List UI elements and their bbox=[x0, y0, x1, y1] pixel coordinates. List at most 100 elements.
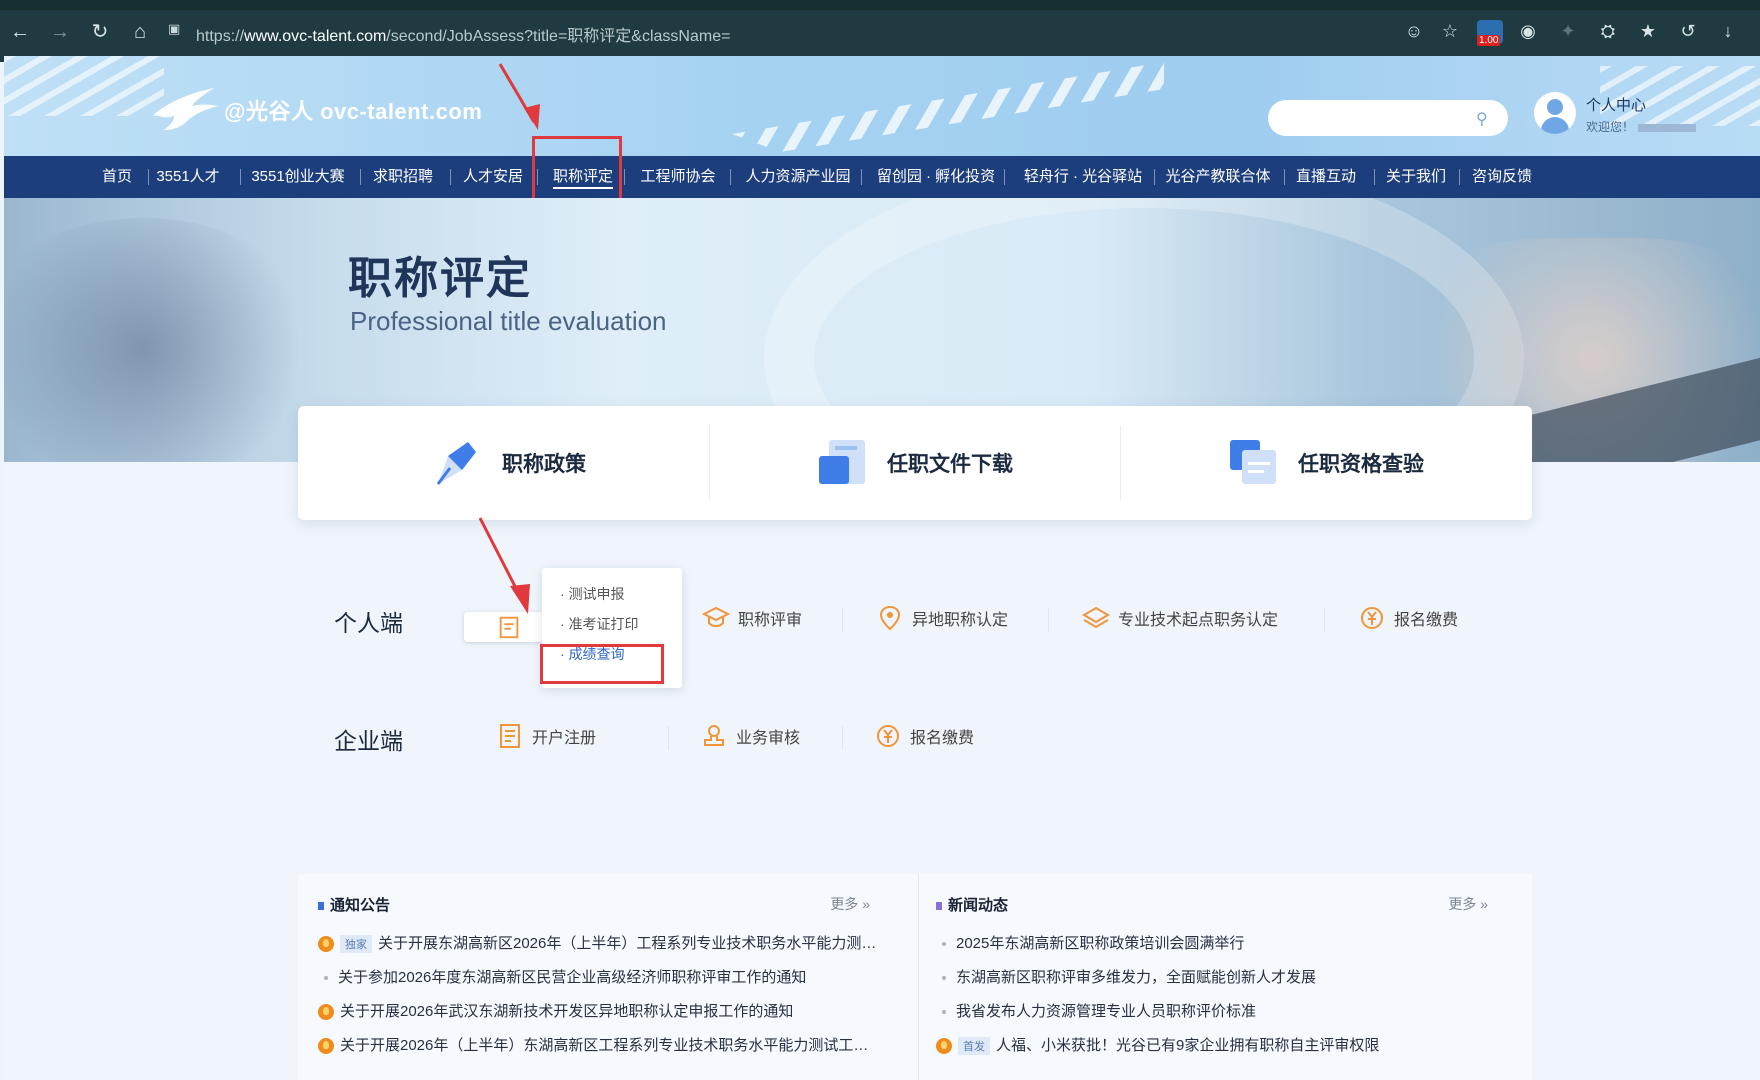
service-business-review[interactable]: 业务审核 bbox=[700, 722, 800, 754]
nav-item[interactable]: 光谷产教联合体 bbox=[1164, 156, 1272, 198]
main-nav: 首页 3551人才 3551创业大赛 求职招聘 人才安居 职称评定 工程师协会 人力资源产业园… bbox=[4, 136, 1760, 216]
mask-extension-icon[interactable]: ◉ bbox=[1516, 19, 1540, 43]
home-icon[interactable]: ⌂ bbox=[128, 20, 152, 44]
download-icon[interactable]: ↓ bbox=[1716, 19, 1740, 43]
enterprise-section: 企业端 开户注册 业务审核 报名缴费 bbox=[298, 688, 1532, 788]
nav-divider bbox=[1154, 169, 1155, 185]
yuan-icon bbox=[877, 725, 899, 747]
favorites-icon[interactable]: ★ bbox=[1636, 19, 1660, 43]
page-subtitle: Professional title evaluation bbox=[350, 306, 667, 336]
back-icon[interactable]: ← bbox=[8, 20, 32, 44]
service-account-register[interactable]: 开户注册 bbox=[496, 722, 596, 754]
highlight-box bbox=[540, 644, 664, 684]
service-remote-recognition[interactable]: 异地职称认定 bbox=[876, 604, 1008, 636]
search-icon[interactable]: ⚲ bbox=[1476, 109, 1494, 128]
history-icon[interactable]: ↺ bbox=[1676, 19, 1700, 43]
graduation-cap-icon bbox=[702, 606, 730, 627]
bullet-dot bbox=[942, 942, 946, 947]
card-label: 任职文件下载 bbox=[887, 453, 1013, 476]
register-form-icon bbox=[500, 724, 520, 748]
forward-icon[interactable]: → bbox=[48, 20, 72, 44]
list-item[interactable]: 关于开展2026年（上半年）东湖高新区工程系列专业技术职务水平能力测试工… bbox=[318, 1034, 878, 1058]
nav-divider bbox=[861, 169, 862, 185]
nav-divider bbox=[1374, 169, 1375, 185]
list-item-text: 关于参加2026年度东湖高新区民营企业高级经济师职称评审工作的通知 bbox=[338, 969, 807, 986]
list-item[interactable]: 2025年东湖高新区职称政策培训会圆满举行 bbox=[936, 932, 1496, 956]
notice-column: 通知公告 更多 » 独家 关于开展东湖高新区2026年（上半年）工程系列专业技术职… bbox=[298, 874, 898, 1080]
nav-item[interactable]: 直播互动 bbox=[1292, 156, 1360, 198]
pin-icon[interactable]: ✦ bbox=[1556, 19, 1580, 43]
tab-strip bbox=[0, 0, 1760, 10]
card-label: 职称政策 bbox=[502, 453, 586, 476]
nav-item[interactable]: 人才安居 bbox=[461, 156, 525, 198]
card-verify[interactable]: 任职资格查验 bbox=[1120, 406, 1531, 520]
service-payment[interactable]: 报名缴费 bbox=[1358, 604, 1458, 636]
nav-item[interactable]: 首页 bbox=[92, 156, 142, 198]
extensions-icon[interactable]: ⛭ bbox=[1596, 19, 1620, 43]
list-item[interactable]: 东湖高新区职称评审多维发力，全面赋能创新人才发展 bbox=[936, 966, 1496, 990]
menu-item-test-apply[interactable]: · 测试申报 bbox=[560, 584, 625, 604]
yuan-icon bbox=[1361, 607, 1383, 629]
service-title-review[interactable]: 职称评审 bbox=[702, 604, 802, 636]
search-input[interactable]: ⚲ bbox=[1268, 100, 1508, 136]
bullet-dot bbox=[942, 1010, 946, 1015]
divider bbox=[1324, 608, 1325, 632]
list-item[interactable]: 关于参加2026年度东湖高新区民营企业高级经济师职称评审工作的通知 bbox=[318, 966, 878, 990]
nav-item[interactable]: 轻舟行 · 光谷驿站 bbox=[1014, 156, 1152, 198]
annotation-arrow bbox=[478, 517, 530, 614]
header-decoration bbox=[4, 56, 164, 116]
news-more-link[interactable]: 更多 » bbox=[1448, 894, 1488, 914]
stamp-icon bbox=[704, 725, 724, 746]
divider bbox=[668, 726, 669, 750]
nav-divider bbox=[1004, 169, 1005, 185]
page-title: 职称评定 bbox=[348, 254, 532, 303]
nav-item[interactable]: 3551创业大赛 bbox=[249, 156, 347, 198]
service-starting-position[interactable]: 专业技术起点职务认定 bbox=[1082, 604, 1278, 636]
extension-icon[interactable]: 1.00 bbox=[1477, 20, 1503, 46]
star-icon[interactable]: ☆ bbox=[1438, 19, 1462, 43]
nav-item[interactable]: 人力资源产业园 bbox=[739, 156, 857, 198]
divider bbox=[842, 608, 843, 632]
card-download[interactable]: 任职文件下载 bbox=[709, 406, 1120, 520]
avatar[interactable] bbox=[1534, 92, 1576, 134]
nav-divider bbox=[240, 169, 241, 185]
nav-item[interactable]: 求职招聘 bbox=[371, 156, 435, 198]
list-item[interactable]: 关于开展2026年武汉东湖新技术开发区异地职称认定申报工作的通知 bbox=[318, 1000, 878, 1024]
url-text: https://www.ovc-talent.com/second/JobAss… bbox=[196, 28, 731, 45]
list-item[interactable]: 我省发布人力资源管理专业人员职称评价标准 bbox=[936, 1000, 1496, 1024]
nav-divider bbox=[730, 169, 731, 185]
list-item[interactable]: 首发 人福、小米获批！光谷已有9家企业拥有职称自主评审权限 bbox=[936, 1034, 1496, 1058]
address-bar[interactable]: ▣ https://www.ovc-talent.com/second/JobA… bbox=[164, 15, 1394, 49]
personal-label: 个人端 bbox=[334, 610, 403, 636]
news-title: 新闻动态 bbox=[936, 894, 1008, 915]
nav-item[interactable]: 关于我们 bbox=[1382, 156, 1450, 198]
files-icon bbox=[1230, 440, 1276, 484]
user-center-link[interactable]: 个人中心 bbox=[1586, 94, 1646, 115]
news-area: 通知公告 更多 » 独家 关于开展东湖高新区2026年（上半年）工程系列专业技术职… bbox=[298, 874, 1532, 1080]
service-payment-enterprise[interactable]: 报名缴费 bbox=[874, 722, 974, 754]
list-item-text: 我省发布人力资源管理专业人员职称评价标准 bbox=[956, 1003, 1257, 1020]
nav-item[interactable]: 咨询反馈 bbox=[1466, 156, 1538, 198]
site-header: @光谷人 ovc-talent.com ⚲ 个人中心 欢迎您！ bbox=[4, 56, 1760, 156]
menu-item-admission-print[interactable]: · 准考证打印 bbox=[560, 614, 639, 634]
list-item[interactable]: 独家 关于开展东湖高新区2026年（上半年）工程系列专业技术职务水平能力测… bbox=[318, 932, 878, 956]
reload-icon[interactable]: ↻ bbox=[88, 20, 112, 44]
nav-divider bbox=[1284, 169, 1285, 185]
pen-icon bbox=[436, 442, 476, 485]
divider bbox=[1048, 608, 1049, 632]
page: @光谷人 ovc-talent.com ⚲ 个人中心 欢迎您！ 首页 3551人才… bbox=[4, 56, 1760, 1080]
card-policy[interactable]: 职称政策 bbox=[298, 406, 709, 520]
location-pin-icon bbox=[879, 605, 901, 631]
nav-item[interactable]: 工程师协会 bbox=[636, 156, 720, 198]
reader-icon[interactable]: ☺ bbox=[1402, 19, 1426, 43]
nav-item[interactable]: 留创园 · 孵化投资 bbox=[870, 156, 1002, 198]
news-column: 新闻动态 更多 » 2025年东湖高新区职称政策培训会圆满举行 东湖高新区职称评审… bbox=[916, 874, 1516, 1080]
nav-item[interactable]: 3551人才 bbox=[156, 156, 220, 198]
quick-links-card: 职称政策 任职文件下载 任职资格查验 bbox=[298, 406, 1532, 520]
hot-icon bbox=[318, 936, 334, 953]
layers-icon bbox=[1082, 606, 1110, 629]
username-masked bbox=[1638, 123, 1697, 132]
nav-divider bbox=[360, 169, 361, 185]
tag-badge: 独家 bbox=[340, 935, 372, 954]
notice-more-link[interactable]: 更多 » bbox=[830, 894, 870, 914]
